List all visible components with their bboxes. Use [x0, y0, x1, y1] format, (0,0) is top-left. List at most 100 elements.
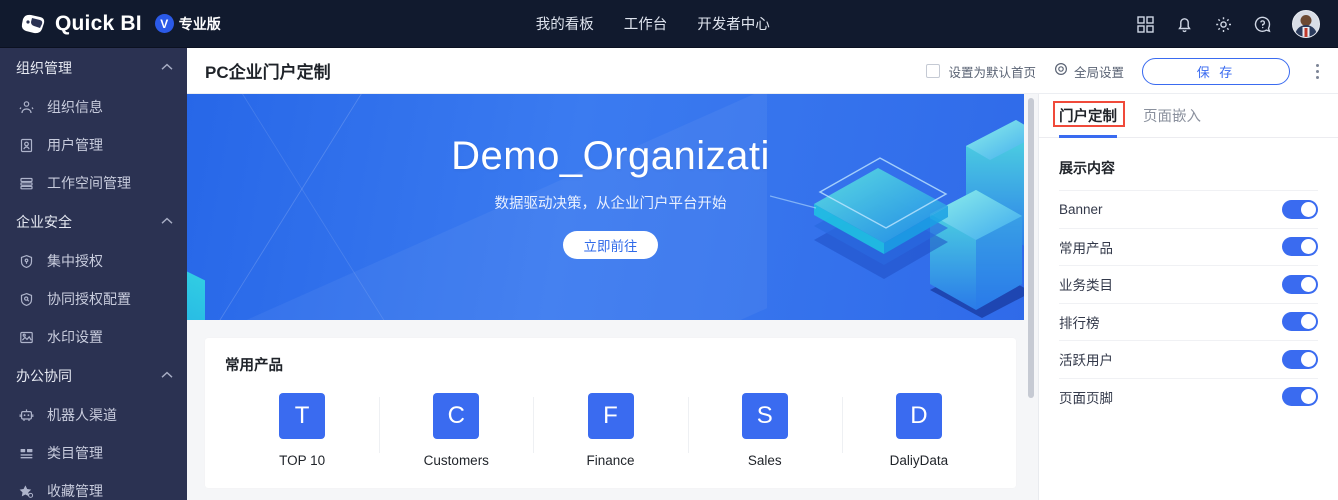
sidebar-item-label: 组织信息: [47, 99, 103, 115]
sidebar-item-user-management[interactable]: 用户管理: [0, 126, 187, 164]
product-name: Finance: [586, 453, 635, 468]
toggle-row-active-users: 活跃用户: [1059, 340, 1318, 378]
org-info-icon: [18, 99, 35, 116]
quickbi-logo-icon: [20, 13, 46, 35]
shield-search-icon: [18, 291, 35, 308]
checkbox-box: [926, 64, 941, 78]
page-header-actions: 设置为默认首页 全局设置 保 存: [926, 48, 1326, 94]
page-header-bar: PC企业门户定制 设置为默认首页 全局设置 保 存: [187, 48, 1338, 94]
header-icon-group: [1136, 0, 1320, 48]
sidebar-group-label: 企业安全: [16, 214, 72, 230]
product-item-sales[interactable]: S Sales: [687, 393, 842, 468]
sidebar-item-category-management[interactable]: 类目管理: [0, 434, 187, 472]
common-products-title: 常用产品: [225, 358, 283, 374]
nav-item-developer-center[interactable]: 开发者中心: [697, 13, 770, 34]
toggle-knob: [1301, 239, 1316, 255]
sidebar-group-label: 办公协同: [16, 368, 72, 384]
gear-icon[interactable]: [1214, 15, 1233, 34]
help-circle-icon[interactable]: [1253, 15, 1272, 34]
toggle-row-page-footer: 页面页脚: [1059, 377, 1318, 416]
sidebar-item-robot-channel[interactable]: 机器人渠道: [0, 396, 187, 434]
product-name: Customers: [423, 453, 489, 468]
tab-page-embed[interactable]: 页面嵌入: [1143, 94, 1201, 138]
sidebar-group-office-collaboration[interactable]: 办公协同: [0, 356, 187, 396]
apps-grid-icon[interactable]: [1136, 15, 1155, 34]
canvas-scrollbar-track[interactable]: [1024, 94, 1038, 500]
sidebar-item-label: 用户管理: [47, 137, 103, 153]
brand-name: Quick BI: [55, 11, 142, 35]
pro-badge-icon: V: [154, 14, 174, 33]
default-homepage-checkbox[interactable]: 设置为默认首页: [926, 62, 1036, 81]
sidebar-item-central-authorization[interactable]: 集中授权: [0, 242, 187, 280]
chevron-up-icon: [161, 371, 173, 382]
product-item-dailydata[interactable]: D DaliyData: [841, 393, 996, 468]
toggle-knob: [1301, 276, 1316, 292]
brand-logo-area[interactable]: Quick BI V 专业版: [0, 12, 221, 36]
tab-portal-customization[interactable]: 门户定制: [1059, 94, 1117, 138]
nav-item-workbench[interactable]: 工作台: [624, 13, 668, 34]
toggle-switch-business-categories[interactable]: [1282, 274, 1318, 294]
sidebar-group-org-management[interactable]: 组织管理: [0, 48, 187, 88]
nav-item-dashboards[interactable]: 我的看板: [536, 13, 594, 34]
sidebar-item-collab-auth-config[interactable]: 协同授权配置: [0, 280, 187, 318]
top-navigation: 我的看板 工作台 开发者中心: [536, 13, 770, 34]
sidebar: 组织管理 组织信息 用户管理 工作空间管理 企业安全 集中授权 协同授权配置 水…: [0, 48, 187, 500]
workspace-icon: [18, 175, 35, 192]
user-manage-icon: [18, 137, 35, 154]
toggle-switch-page-footer[interactable]: [1282, 387, 1318, 407]
settings-panel: 门户定制 页面嵌入 展示内容 Banner 常用产品 业务类目 排行榜 活跃用户…: [1038, 94, 1338, 500]
common-products-row: T TOP 10 C Customers F Finance S Sales D: [225, 393, 996, 468]
checkbox-label: 设置为默认首页: [948, 65, 1036, 80]
sidebar-item-watermark-settings[interactable]: 水印设置: [0, 318, 187, 356]
sidebar-item-label: 集中授权: [47, 253, 103, 269]
sidebar-item-workspace-management[interactable]: 工作空间管理: [0, 164, 187, 202]
product-item-customers[interactable]: C Customers: [379, 393, 533, 468]
toggle-row-leaderboard: 排行榜: [1059, 302, 1318, 341]
sidebar-item-label: 机器人渠道: [47, 407, 117, 423]
product-initial-icon: C: [433, 393, 480, 439]
global-settings-label: 全局设置: [1073, 65, 1124, 80]
banner-section: Demo_Organizati 数据驱动决策，从企业门户平台开始 立即前往: [187, 94, 1034, 320]
toggle-label: 业务类目: [1059, 278, 1113, 294]
gear-icon: [1054, 62, 1068, 81]
sidebar-item-label: 水印设置: [47, 329, 103, 345]
avatar-tie: [1304, 28, 1308, 37]
toggle-label: Banner: [1059, 201, 1103, 217]
sidebar-item-org-info[interactable]: 组织信息: [0, 88, 187, 126]
canvas-scrollbar-thumb[interactable]: [1028, 98, 1034, 398]
pro-badge: V 专业版: [154, 14, 221, 34]
toggle-switch-leaderboard[interactable]: [1282, 312, 1318, 332]
toggle-row-banner: Banner: [1059, 190, 1318, 228]
settings-tabs: 门户定制 页面嵌入: [1039, 94, 1338, 138]
sidebar-group-enterprise-security[interactable]: 企业安全: [0, 202, 187, 242]
toggle-knob: [1301, 314, 1316, 330]
more-options-button[interactable]: [1308, 58, 1326, 84]
pro-badge-label: 专业版: [178, 15, 221, 32]
display-content-section-title: 展示内容: [1059, 160, 1115, 176]
toggle-switch-banner[interactable]: [1282, 199, 1318, 219]
banner-cta-button[interactable]: 立即前往: [563, 231, 658, 259]
bell-icon[interactable]: [1175, 15, 1194, 34]
global-settings-button[interactable]: 全局设置: [1054, 62, 1124, 81]
star-icon: [18, 483, 35, 500]
common-products-card: 常用产品 T TOP 10 C Customers F Finance S Sa…: [205, 338, 1016, 488]
banner-content: Demo_Organizati 数据驱动决策，从企业门户平台开始 立即前往: [187, 94, 1034, 320]
toggle-switch-common-products[interactable]: [1282, 237, 1318, 257]
product-item-finance[interactable]: F Finance: [533, 393, 687, 468]
watermark-icon: [18, 329, 35, 346]
product-initial-icon: T: [279, 393, 326, 439]
product-initial-icon: D: [895, 393, 942, 439]
sidebar-item-favorites-management[interactable]: 收藏管理: [0, 472, 187, 500]
toggle-knob: [1301, 201, 1316, 217]
chevron-up-icon: [161, 217, 173, 228]
toggle-label: 页面页脚: [1059, 390, 1113, 406]
sidebar-item-label: 工作空间管理: [47, 175, 131, 191]
top-header: Quick BI V 专业版 我的看板 工作台 开发者中心: [0, 0, 1338, 48]
user-avatar[interactable]: [1292, 10, 1320, 38]
product-name: DaliyData: [889, 453, 949, 468]
toggle-switch-active-users[interactable]: [1282, 349, 1318, 369]
banner-title: Demo_Organizati: [451, 134, 770, 178]
product-item-top10[interactable]: T TOP 10: [225, 393, 379, 468]
product-name: Sales: [747, 453, 782, 468]
save-button[interactable]: 保 存: [1142, 57, 1290, 85]
